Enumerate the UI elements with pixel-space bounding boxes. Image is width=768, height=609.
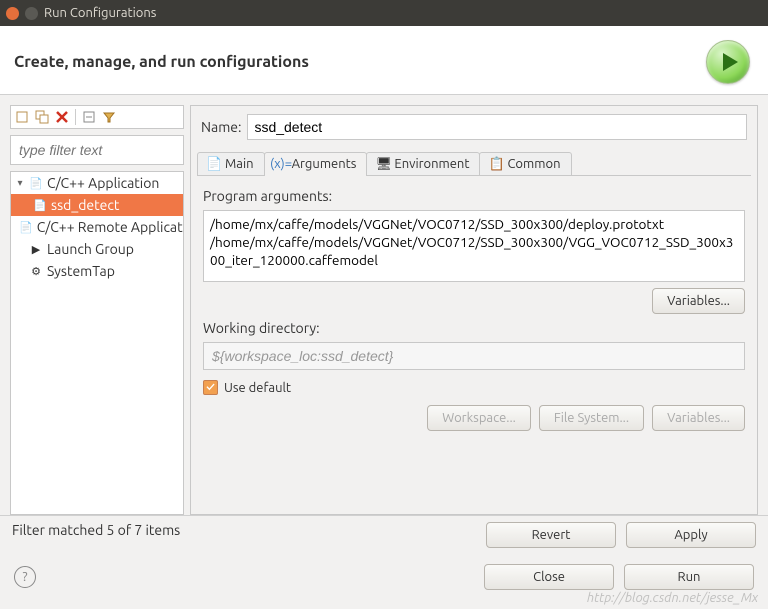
tab-label: Environment [394,157,469,171]
name-input[interactable] [247,114,747,140]
run-button[interactable]: Run [624,564,754,590]
tabs-bar: 📄 Main (x)= Arguments 🖥 Environment 📋 Co… [197,152,751,176]
cpp-remote-icon: 📄 [19,220,33,234]
program-args-textarea[interactable] [203,210,745,282]
filesystem-button: File System... [539,405,644,431]
expand-toggle-icon[interactable]: ▾ [15,177,25,189]
tree-label: ssd_detect [51,197,119,213]
revert-button[interactable]: Revert [486,522,616,548]
delete-config-icon[interactable] [53,108,71,126]
apply-button[interactable]: Apply [626,522,756,548]
tab-environment[interactable]: 🖥 Environment [366,152,480,175]
main-tab-icon: 📄 [208,158,221,171]
window-close-button[interactable] [6,7,19,20]
tab-label: Main [225,157,254,171]
variables2-button: Variables... [652,405,745,431]
tab-common[interactable]: 📋 Common [479,152,571,175]
systemtap-icon: ⚙ [29,264,43,278]
close-button[interactable]: Close [484,564,614,590]
environment-tab-icon: 🖥 [377,158,390,171]
tab-arguments[interactable]: (x)= Arguments [264,152,368,175]
working-dir-input[interactable] [203,342,745,370]
working-dir-label: Working directory: [203,320,745,336]
titlebar: Run Configurations [0,0,768,26]
cpp-app-icon: 📄 [29,176,43,190]
tree-item-systemtap[interactable]: ⚙ SystemTap [11,260,183,282]
new-config-icon[interactable] [13,108,31,126]
variables-button[interactable]: Variables... [652,288,745,314]
tree-item-cpp-app[interactable]: ▾ 📄 C/C++ Application [11,172,183,194]
program-args-label: Program arguments: [203,188,745,204]
tree-item-ssd-detect[interactable]: 📄 ssd_detect [11,194,183,216]
workspace-button: Workspace... [427,405,531,431]
tree-label: C/C++ Remote Application [37,219,184,235]
window-minimize-button[interactable] [25,7,38,20]
config-tree[interactable]: ▾ 📄 C/C++ Application 📄 ssd_detect 📄 C/C… [10,171,184,515]
tree-label: Launch Group [47,241,134,257]
name-label: Name: [201,119,241,135]
collapse-all-icon[interactable] [80,108,98,126]
config-icon: 📄 [33,198,47,212]
use-default-label: Use default [224,381,291,395]
page-heading: Create, manage, and run configurations [14,53,309,71]
common-tab-icon: 📋 [490,158,503,171]
launch-group-icon: ▶ [29,242,43,256]
use-default-checkbox[interactable]: ✓ [203,380,218,395]
tree-label: SystemTap [47,263,115,279]
tree-item-launch-group[interactable]: ▶ Launch Group [11,238,183,260]
filter-icon[interactable] [100,108,118,126]
config-detail-panel: Name: 📄 Main (x)= Arguments 🖥 Environmen… [190,105,758,515]
arguments-tab-icon: (x)= [275,158,288,171]
config-toolbar [10,105,184,129]
run-icon-large [706,40,750,84]
tree-item-cpp-remote[interactable]: 📄 C/C++ Remote Application [11,216,183,238]
help-icon[interactable]: ? [14,566,36,588]
header: Create, manage, and run configurations [0,26,768,95]
duplicate-config-icon[interactable] [33,108,51,126]
tab-label: Arguments [292,157,357,171]
filter-input[interactable] [10,135,184,165]
tab-main[interactable]: 📄 Main [197,152,265,175]
filter-status: Filter matched 5 of 7 items [12,522,186,538]
tree-label: C/C++ Application [47,175,159,191]
tab-label: Common [507,157,560,171]
window-title: Run Configurations [44,6,156,20]
